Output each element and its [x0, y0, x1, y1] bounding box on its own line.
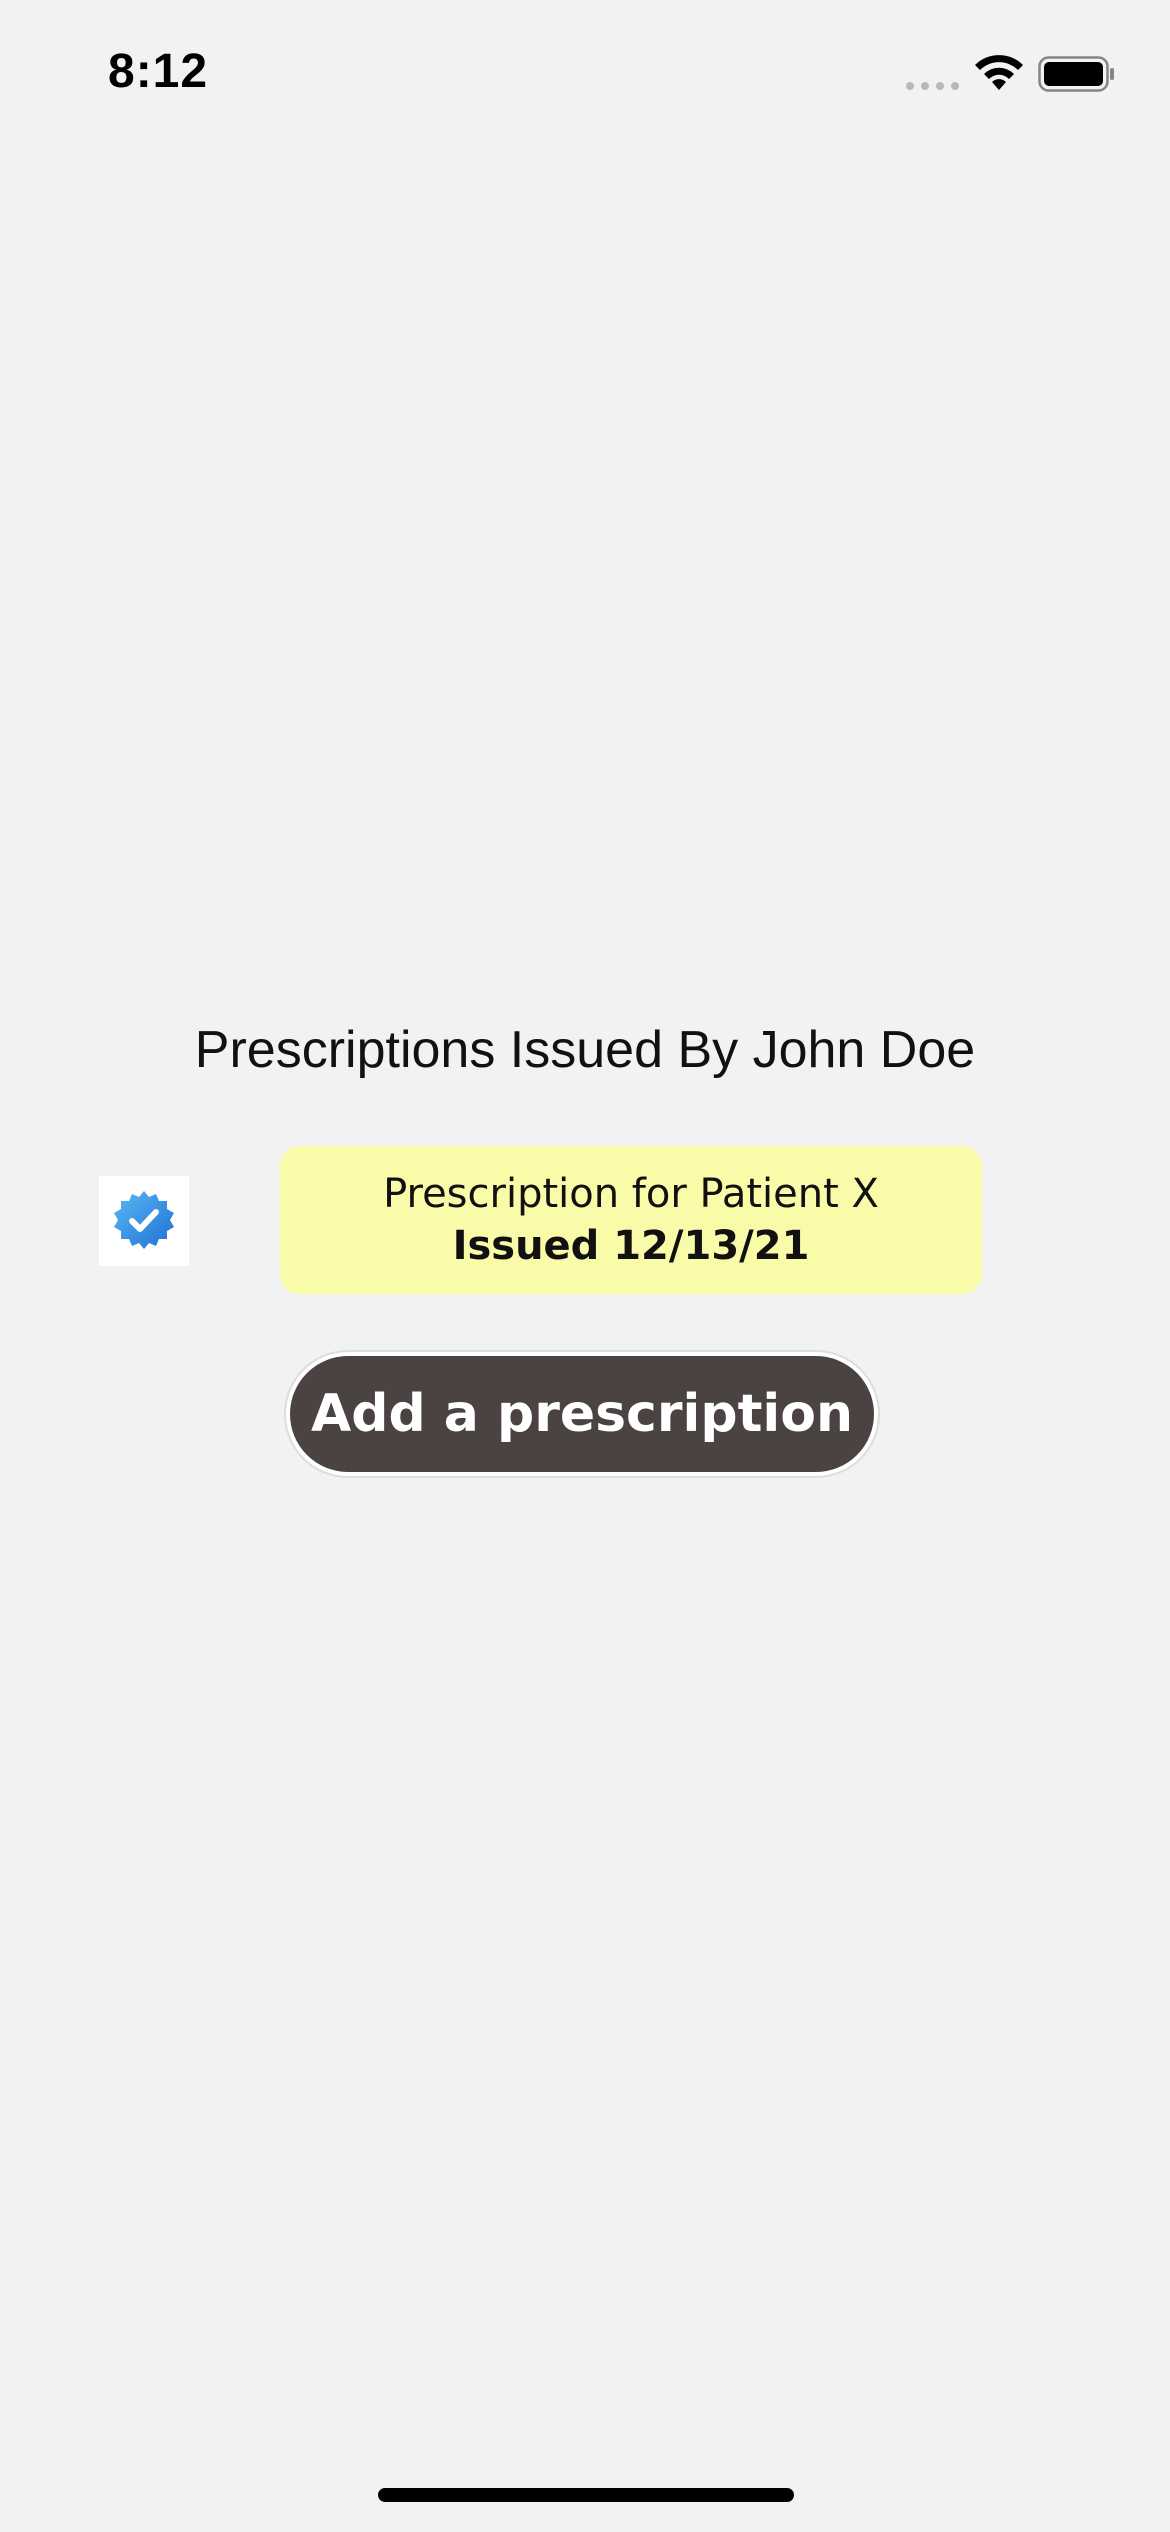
prescription-issued-date: Issued 12/13/21 — [452, 1223, 810, 1269]
prescription-row: Prescription for Patient X Issued 12/13/… — [0, 1146, 1170, 1296]
status-time: 8:12 — [108, 45, 209, 98]
prescription-card[interactable]: Prescription for Patient X Issued 12/13/… — [280, 1146, 982, 1294]
add-prescription-button[interactable]: Add a prescription — [286, 1352, 878, 1476]
status-bar: 8:12 — [0, 0, 1170, 150]
home-indicator[interactable] — [378, 2488, 794, 2502]
battery-icon — [1038, 56, 1114, 92]
verified-tile — [99, 1176, 189, 1266]
verified-badge-icon — [114, 1191, 174, 1249]
prescription-name: Prescription for Patient X — [383, 1171, 879, 1217]
signal-dots-icon — [906, 82, 959, 90]
wifi-icon — [975, 55, 1023, 90]
page-title: Prescriptions Issued By John Doe — [194, 1021, 976, 1079]
